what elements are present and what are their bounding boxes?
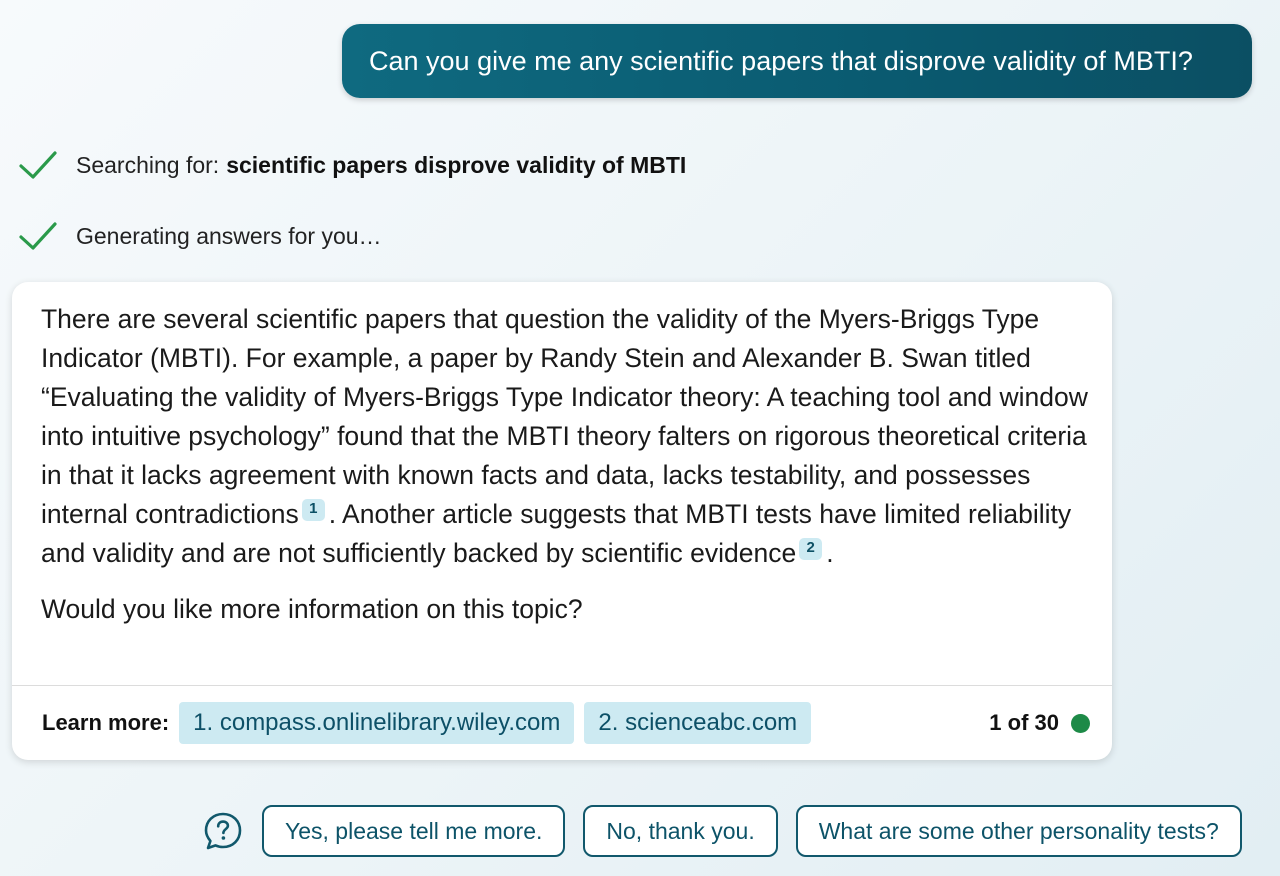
divider <box>12 685 1112 686</box>
suggestion-row: Yes, please tell me more. No, thank you.… <box>203 805 1242 857</box>
generating-label: Generating answers for you… <box>76 222 382 249</box>
citation-badge-2[interactable]: 2 <box>799 538 823 560</box>
suggestion-chip-yes[interactable]: Yes, please tell me more. <box>262 805 566 857</box>
checkmark-icon <box>19 222 57 250</box>
counter-text: 1 of 30 <box>989 710 1059 735</box>
status-searching: Searching for: scientific papers disprov… <box>18 148 686 182</box>
learn-more-row: Learn more: 1. compass.onlinelibrary.wil… <box>42 702 1090 744</box>
answer-card: There are several scientific papers that… <box>12 282 1112 760</box>
answer-paragraph: There are several scientific papers that… <box>41 300 1091 573</box>
status-generating: Generating answers for you… <box>18 219 382 253</box>
user-message-bubble: Can you give me any scientific papers th… <box>342 24 1252 98</box>
answer-followup: Would you like more information on this … <box>41 594 583 624</box>
learn-more-label: Learn more: <box>42 710 170 735</box>
source-link-1[interactable]: 1. compass.onlinelibrary.wiley.com <box>179 702 575 744</box>
response-counter: 1 of 30 <box>989 710 1090 736</box>
answer-text: There are several scientific papers that… <box>41 304 1088 529</box>
suggestion-chip-no[interactable]: No, thank you. <box>583 805 778 857</box>
answer-body: There are several scientific papers that… <box>41 300 1091 629</box>
checkmark-icon <box>19 151 57 179</box>
question-bubble-icon[interactable] <box>203 811 243 851</box>
source-link-2[interactable]: 2. scienceabc.com <box>584 702 812 744</box>
searching-label: Searching for: <box>76 151 220 178</box>
status-dot-icon <box>1071 713 1090 733</box>
searching-query: scientific papers disprove validity of M… <box>226 151 687 178</box>
answer-text: . <box>826 538 834 568</box>
citation-badge-1[interactable]: 1 <box>301 499 325 521</box>
suggestion-chip-other-tests[interactable]: What are some other personality tests? <box>795 805 1242 857</box>
